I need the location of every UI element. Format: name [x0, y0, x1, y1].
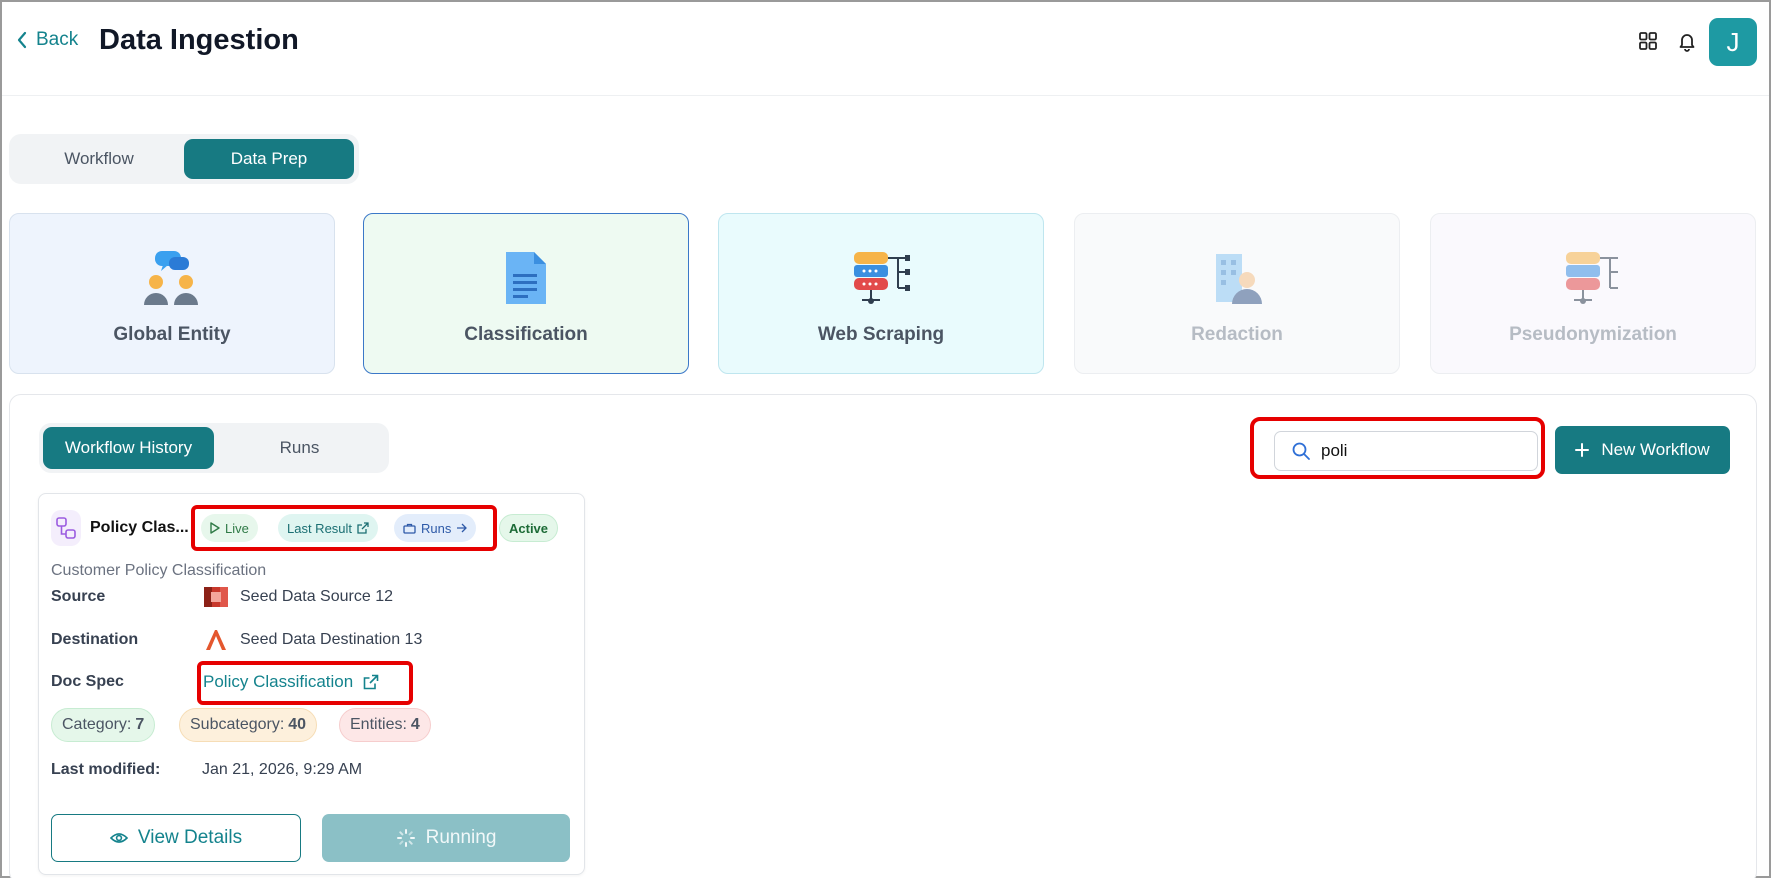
- running-label: Running: [425, 827, 497, 848]
- category-label: Web Scraping: [817, 324, 945, 345]
- last-result-pill[interactable]: Last Result: [278, 514, 379, 542]
- tab-workflow-history[interactable]: Workflow History: [43, 427, 214, 469]
- docspec-value: Policy Classification: [203, 672, 354, 691]
- database-network-icon: [1561, 246, 1625, 310]
- docspec-link[interactable]: Policy Classification: [203, 672, 379, 692]
- workflow-name[interactable]: Policy Clas...: [90, 519, 189, 537]
- workflow-description: Customer Policy Classification: [51, 562, 267, 579]
- tab-workflow[interactable]: Workflow: [14, 139, 184, 179]
- view-details-label: View Details: [137, 827, 243, 848]
- entities-count-value: 4: [410, 716, 420, 733]
- s3-bucket-icon: [204, 587, 228, 607]
- live-pill[interactable]: Live: [201, 514, 258, 542]
- runs-pill[interactable]: Runs: [394, 514, 477, 542]
- source-value: Seed Data Source 12: [240, 588, 393, 605]
- user-avatar[interactable]: J: [1709, 18, 1757, 66]
- subcategory-count-badge: Subcategory: 40: [179, 708, 318, 742]
- entities-count-badge: Entities: 4: [339, 708, 431, 742]
- chevron-left-icon: [17, 31, 27, 49]
- category-label: Redaction: [1191, 324, 1283, 345]
- destination-value-row: Seed Data Destination 13: [202, 628, 422, 652]
- arrow-right-icon: [457, 523, 468, 533]
- eye-icon: [109, 833, 128, 843]
- last-result-label: Last Result: [287, 520, 353, 536]
- top-header: Back Data Ingestion J: [2, 2, 1769, 96]
- source-value-row: Seed Data Source 12: [202, 584, 393, 610]
- database-network-icon: [849, 246, 913, 310]
- last-modified-value: Jan 21, 2026, 9:29 AM: [202, 761, 363, 778]
- category-card-pseudonymization[interactable]: Pseudonymization: [1430, 213, 1756, 374]
- document-icon: [494, 246, 558, 310]
- subcategory-count-label: Subcategory:: [190, 716, 285, 733]
- source-label: Source: [51, 588, 106, 605]
- search-highlight: [1250, 417, 1545, 479]
- workflow-panel: Workflow History Runs New Workflow Polic…: [9, 394, 1757, 878]
- destination-logo-icon: [206, 630, 226, 650]
- back-label: Back: [36, 29, 79, 50]
- external-link-icon: [357, 522, 369, 534]
- category-label: Global Entity: [113, 324, 231, 345]
- tab-data-prep[interactable]: Data Prep: [184, 139, 354, 179]
- history-tab-toggle: Workflow History Runs: [39, 423, 389, 473]
- main-tab-toggle: Workflow Data Prep: [9, 134, 359, 184]
- search-box[interactable]: [1274, 431, 1538, 471]
- workflow-icon: [51, 510, 81, 546]
- people-chat-icon: [140, 246, 204, 310]
- live-label: Live: [225, 520, 249, 536]
- grid-icon[interactable]: [1637, 30, 1659, 52]
- docspec-label: Doc Spec: [51, 673, 124, 690]
- bell-icon[interactable]: [1676, 30, 1698, 52]
- destination-value: Seed Data Destination 13: [240, 631, 423, 648]
- page-title: Data Ingestion: [99, 24, 299, 56]
- person-building-icon: [1205, 246, 1269, 310]
- category-card-redaction[interactable]: Redaction: [1074, 213, 1400, 374]
- subcategory-count-value: 40: [288, 716, 307, 733]
- category-label: Pseudonymization: [1509, 324, 1677, 345]
- view-details-button[interactable]: View Details: [51, 814, 301, 862]
- category-count-value: 7: [135, 716, 145, 733]
- category-card-web-scraping[interactable]: Web Scraping: [718, 213, 1044, 374]
- back-button[interactable]: Back: [16, 29, 78, 51]
- spinner-icon: [396, 829, 415, 847]
- new-workflow-label: New Workflow: [1601, 440, 1710, 459]
- plus-icon: [1575, 443, 1590, 457]
- destination-label: Destination: [51, 631, 139, 648]
- category-label: Classification: [464, 324, 588, 345]
- search-icon: [1292, 442, 1310, 460]
- last-modified-label: Last modified:: [51, 761, 161, 778]
- entities-count-label: Entities:: [350, 716, 407, 733]
- external-link-icon: [363, 674, 379, 690]
- status-badge: Active: [499, 514, 559, 542]
- tab-runs[interactable]: Runs: [214, 427, 385, 469]
- search-input[interactable]: [1321, 441, 1521, 461]
- briefcase-icon: [403, 523, 416, 534]
- runs-label: Runs: [421, 520, 452, 536]
- category-card-global-entity[interactable]: Global Entity: [9, 213, 335, 374]
- category-count-badge: Category: 7: [51, 708, 156, 742]
- new-workflow-button[interactable]: New Workflow: [1555, 426, 1730, 474]
- workflow-card: Policy Clas... Live Last Result Runs Act…: [38, 493, 585, 875]
- category-card-classification[interactable]: Classification: [363, 213, 689, 374]
- play-icon: [210, 522, 220, 534]
- category-count-label: Category:: [62, 716, 132, 733]
- running-button: Running: [322, 814, 570, 862]
